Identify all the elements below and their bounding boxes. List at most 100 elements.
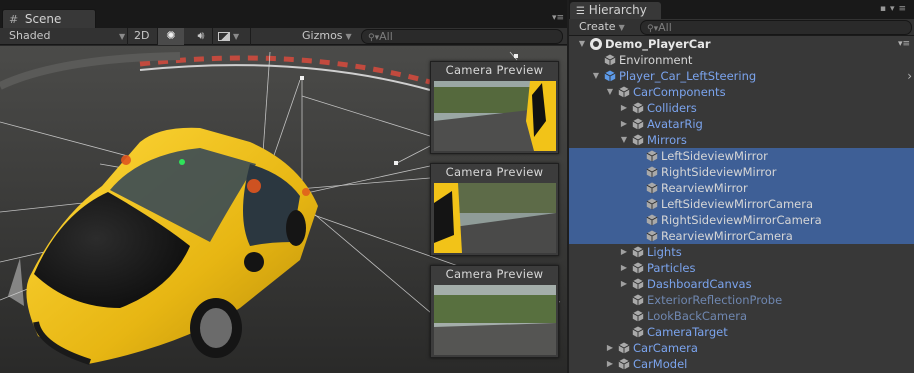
gameobject-cube-icon — [618, 86, 630, 98]
scene-search-input[interactable]: ⚲▾All — [361, 29, 563, 44]
camera-preview-render — [434, 81, 556, 151]
sun-icon: ✺ — [166, 29, 176, 42]
hierarchy-item-label: DashboardCanvas — [647, 277, 752, 291]
scene-viewport[interactable]: Camera Preview Camera Preview Camera Pre… — [0, 46, 567, 373]
panel-menu-icon[interactable]: ▾≡ — [890, 4, 910, 14]
hierarchy-row[interactable]: LeftSideviewMirror — [569, 148, 914, 164]
hierarchy-item-label: Colliders — [647, 101, 697, 115]
hierarchy-item-label: LookBackCamera — [647, 309, 747, 323]
image-icon — [218, 31, 230, 41]
expand-arrow-closed-icon[interactable]: ▶ — [619, 260, 629, 276]
preview-hillside — [454, 183, 556, 213]
gameobject-cube-icon — [632, 262, 644, 274]
hierarchy-row[interactable]: RearviewMirrorCamera — [569, 228, 914, 244]
camera-preview-image — [434, 81, 556, 151]
hierarchy-search-placeholder: All — [658, 21, 672, 34]
camera-preview-image — [434, 285, 556, 355]
hierarchy-item-label: Lights — [647, 245, 682, 259]
expand-arrow-closed-icon[interactable]: ▶ — [605, 340, 615, 356]
hierarchy-item-label: Mirrors — [647, 133, 687, 147]
hierarchy-row[interactable]: RightSideviewMirror — [569, 164, 914, 180]
hierarchy-row[interactable]: RearviewMirror — [569, 180, 914, 196]
hierarchy-item-label: CarModel — [633, 357, 688, 371]
gameobject-cube-icon — [632, 246, 644, 258]
gameobject-cube-icon — [632, 310, 644, 322]
hierarchy-row[interactable]: CameraTarget — [569, 324, 914, 340]
hierarchy-item-label: ExteriorReflectionProbe — [647, 293, 783, 307]
gameobject-cube-icon — [646, 214, 658, 226]
toggle-2d-label: 2D — [134, 29, 150, 42]
gameobject-cube-icon — [632, 134, 644, 146]
hierarchy-row[interactable]: ▶ Colliders — [569, 100, 914, 116]
hierarchy-item-label: RightSideviewMirrorCamera — [661, 213, 822, 227]
toggle-2d-button[interactable]: 2D — [134, 28, 154, 45]
hierarchy-search-input[interactable]: ⚲▾All — [640, 20, 912, 35]
scene-toolbar: Shaded ▼ 2D ✺ 🔊︎ ▼ Gizmos ▼ ⚲▾All — [0, 28, 567, 45]
scene-search-placeholder: All — [379, 30, 393, 43]
camera-preview-rear: Camera Preview — [430, 265, 559, 358]
hierarchy-row[interactable]: LeftSideviewMirrorCamera — [569, 196, 914, 212]
expand-arrow-open-icon[interactable]: ▼ — [577, 36, 587, 52]
hierarchy-row[interactable]: ▼ Demo_PlayerCar ▾≡ — [569, 36, 914, 52]
hierarchy-row[interactable]: LookBackCamera — [569, 308, 914, 324]
create-dropdown[interactable]: Create ▼ — [579, 19, 625, 36]
hash-grid-icon: # — [9, 13, 19, 26]
expand-arrow-open-icon[interactable]: ▼ — [619, 132, 629, 148]
hierarchy-item-label: Environment — [619, 53, 693, 67]
gameobject-cube-icon — [646, 166, 658, 178]
prefab-cube-icon — [604, 70, 616, 82]
hierarchy-row[interactable]: Environment — [569, 52, 914, 68]
hierarchy-toolbar: Create ▼ ⚲▾All — [569, 19, 914, 36]
toolbar-divider — [250, 28, 251, 45]
hierarchy-item-label: LeftSideviewMirrorCamera — [661, 197, 813, 211]
hierarchy-row[interactable]: ▶ Particles — [569, 260, 914, 276]
create-label: Create — [579, 20, 616, 33]
camera-preview-left: Camera Preview — [430, 61, 559, 154]
scene-menu-icon[interactable]: ▾≡ — [898, 36, 910, 52]
hierarchy-row[interactable]: ▶ CarCamera — [569, 340, 914, 356]
panel-lock-menu[interactable]: ▪▾≡ — [880, 4, 910, 14]
chevron-down-icon: ▼ — [345, 32, 352, 41]
unity-scene-icon — [590, 38, 602, 50]
shading-mode-dropdown[interactable]: Shaded — [9, 28, 124, 45]
expand-arrow-closed-icon[interactable]: ▶ — [619, 116, 629, 132]
hierarchy-row[interactable]: ▼ Mirrors — [569, 132, 914, 148]
scene-audio-toggle[interactable]: 🔊︎ — [191, 28, 211, 45]
panel-menu-icon[interactable]: ▾≡ — [552, 13, 564, 23]
tab-hierarchy[interactable]: ☰ Hierarchy — [570, 2, 661, 19]
gizmos-dropdown[interactable]: Gizmos ▼ — [302, 28, 354, 45]
expand-arrow-closed-icon[interactable]: ▶ — [619, 100, 629, 116]
shading-mode-label: Shaded — [9, 29, 51, 42]
toolbar-divider — [212, 28, 213, 45]
camera-preview-right: Camera Preview — [430, 163, 559, 256]
gameobject-cube-icon — [646, 182, 658, 194]
hierarchy-row[interactable]: ▶ DashboardCanvas — [569, 276, 914, 292]
lock-icon[interactable]: ▪ — [880, 4, 890, 14]
expand-arrow-open-icon[interactable]: ▼ — [605, 84, 615, 100]
hierarchy-row[interactable]: RightSideviewMirrorCamera — [569, 212, 914, 228]
gameobject-cube-icon — [632, 102, 644, 114]
expand-arrow-closed-icon[interactable]: ▶ — [619, 276, 629, 292]
hierarchy-row[interactable]: ExteriorReflectionProbe — [569, 292, 914, 308]
expand-arrow-closed-icon[interactable]: ▶ — [619, 244, 629, 260]
expand-arrow-closed-icon[interactable]: ▶ — [605, 356, 615, 372]
gameobject-cube-icon — [646, 150, 658, 162]
gameobject-cube-icon — [632, 118, 644, 130]
search-icon: ⚲▾ — [368, 33, 380, 43]
scene-lighting-toggle[interactable]: ✺ — [158, 28, 184, 45]
scene-effects-dropdown[interactable]: ▼ — [218, 28, 248, 45]
hierarchy-item-label: RearviewMirrorCamera — [661, 229, 793, 243]
scene-tab-bar: # Scene ▾≡ — [0, 0, 567, 28]
hierarchy-row[interactable]: ▶ AvatarRig — [569, 116, 914, 132]
expand-arrow-open-icon[interactable]: ▼ — [591, 68, 601, 84]
camera-preview-image — [434, 183, 556, 253]
hierarchy-row[interactable]: ▼ Player_Car_LeftSteering › — [569, 68, 914, 84]
tab-scene[interactable]: # Scene — [2, 9, 96, 28]
open-prefab-arrow-icon[interactable]: › — [907, 68, 912, 84]
hierarchy-row[interactable]: ▶ CarModel — [569, 356, 914, 372]
chevron-down-icon: ▼ — [233, 32, 240, 41]
hierarchy-row[interactable]: ▶ Lights — [569, 244, 914, 260]
hierarchy-row[interactable]: ▼ CarComponents — [569, 84, 914, 100]
hierarchy-item-label: CameraTarget — [647, 325, 728, 339]
camera-preview-title: Camera Preview — [445, 165, 544, 179]
